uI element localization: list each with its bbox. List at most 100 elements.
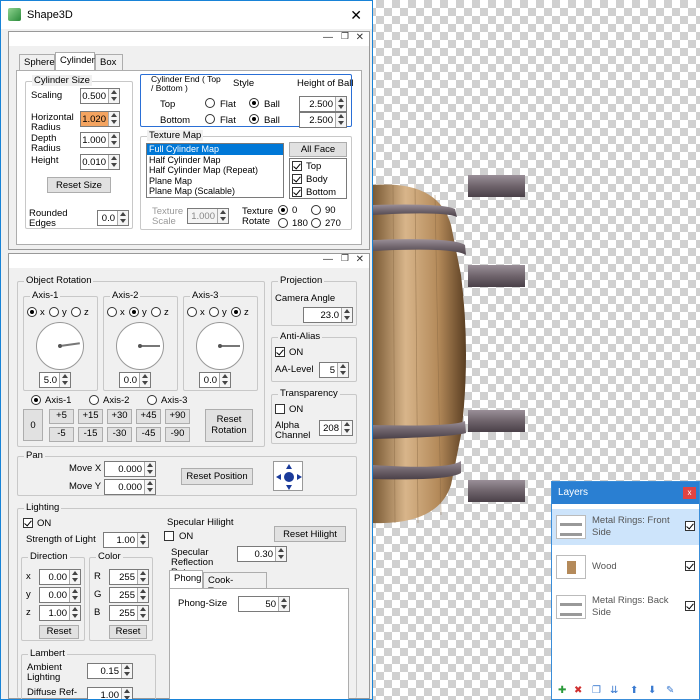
depth-radius-spinner[interactable]: 1.000 xyxy=(80,132,120,148)
direction-x-spinner[interactable]: 0.00 xyxy=(39,569,81,585)
minimize-panel-icon[interactable]: — xyxy=(323,254,333,265)
height-spinner[interactable]: 0.010 xyxy=(80,154,120,170)
layer-visibility-checkbox[interactable] xyxy=(685,521,695,531)
move-layer-up-icon[interactable]: ⬆ xyxy=(630,685,638,696)
rotate-minus-5-button[interactable]: -5 xyxy=(49,427,74,442)
aa-level-spinner[interactable]: 5 xyxy=(319,362,349,378)
texture-map-item[interactable]: Half Cylinder Map (Repeat) xyxy=(147,165,283,176)
axis1-y-radio[interactable] xyxy=(49,307,59,317)
rounded-edges-spinner[interactable]: 0.0 xyxy=(97,210,129,226)
layer-properties-icon[interactable]: ✎ xyxy=(666,685,674,696)
strength-of-light-spinner[interactable]: 1.00 xyxy=(103,532,149,548)
move-x-spinner[interactable]: 0.000 xyxy=(104,461,156,477)
axis2-y-radio[interactable] xyxy=(129,307,139,317)
move-y-spinner[interactable]: 0.000 xyxy=(104,479,156,495)
duplicate-layer-icon[interactable]: ❐ xyxy=(592,685,601,696)
face-body-checkbox[interactable] xyxy=(292,174,302,184)
texture-map-item[interactable]: Plane Map (Scalable) xyxy=(147,186,283,197)
color-r-spinner[interactable]: 255 xyxy=(109,569,149,585)
reset-color-button[interactable]: Reset xyxy=(109,625,147,639)
merge-layer-icon[interactable]: ⇊ xyxy=(610,685,618,696)
anti-alias-checkbox[interactable] xyxy=(275,347,285,357)
axis-3-dial[interactable] xyxy=(196,322,244,370)
rotate-plus-45-button[interactable]: +45 xyxy=(136,409,161,424)
phong-size-spinner[interactable]: 50 xyxy=(238,596,290,612)
face-top-checkbox[interactable] xyxy=(292,161,302,171)
texture-map-item[interactable]: Half Cylinder Map xyxy=(147,155,283,166)
reset-hilight-button[interactable]: Reset Hilight xyxy=(274,526,346,542)
layer-row-metal-rings-front[interactable]: Metal Rings: Front Side xyxy=(552,509,699,545)
reset-size-button[interactable]: Reset Size xyxy=(47,177,111,193)
horizontal-radius-spinner[interactable]: 1.020 xyxy=(80,111,120,127)
layer-row-wood[interactable]: Wood xyxy=(552,549,699,585)
axis-2-dial[interactable] xyxy=(116,322,164,370)
close-panel-icon[interactable]: ✕ xyxy=(356,254,364,265)
tab-cook-torrance[interactable]: Cook-Torrance xyxy=(203,572,267,597)
texture-map-item[interactable]: Full Cylinder Map xyxy=(147,144,283,155)
tab-sphere[interactable]: Sphere xyxy=(19,54,55,70)
tab-phong[interactable]: Phong xyxy=(169,570,203,588)
axis-2-select-radio[interactable] xyxy=(89,395,99,405)
rotate-180-radio[interactable] xyxy=(278,218,288,228)
axis2-z-radio[interactable] xyxy=(151,307,161,317)
tab-box[interactable]: Box xyxy=(95,54,123,70)
add-layer-icon[interactable]: ✚ xyxy=(558,685,566,696)
axis-1-select-radio[interactable] xyxy=(31,395,41,405)
rotate-minus-30-button[interactable]: -30 xyxy=(107,427,132,442)
bottom-ball-height-spinner[interactable]: 2.500 xyxy=(299,112,347,128)
axis3-x-radio[interactable] xyxy=(187,307,197,317)
delete-layer-icon[interactable]: ✖ xyxy=(574,685,582,696)
pan-navigator[interactable] xyxy=(273,461,303,491)
layer-row-metal-rings-back[interactable]: Metal Rings: Back Side xyxy=(552,589,699,625)
axis-3-select-radio[interactable] xyxy=(147,395,157,405)
color-b-spinner[interactable]: 255 xyxy=(109,605,149,621)
rotate-plus-15-button[interactable]: +15 xyxy=(78,409,103,424)
axis1-x-radio[interactable] xyxy=(27,307,37,317)
move-layer-down-icon[interactable]: ⬇ xyxy=(648,685,656,696)
all-face-button[interactable]: All Face xyxy=(289,142,347,157)
rotate-minus-45-button[interactable]: -45 xyxy=(136,427,161,442)
transparency-checkbox[interactable] xyxy=(275,404,285,414)
tab-cylinder[interactable]: Cylinder xyxy=(55,52,95,70)
rotate-270-radio[interactable] xyxy=(311,218,321,228)
axis-2-spinner[interactable]: 0.0 xyxy=(119,372,151,388)
axis-3-spinner[interactable]: 0.0 xyxy=(199,372,231,388)
top-ball-radio[interactable] xyxy=(249,98,259,108)
rotation-zero-button[interactable]: 0 xyxy=(23,409,43,441)
close-panel-icon[interactable]: ✕ xyxy=(356,32,364,43)
rotate-plus-5-button[interactable]: +5 xyxy=(49,409,74,424)
camera-angle-spinner[interactable]: 23.0 xyxy=(303,307,353,323)
axis3-z-radio[interactable] xyxy=(231,307,241,317)
reset-rotation-button[interactable]: Reset Rotation xyxy=(205,409,253,442)
color-g-spinner[interactable]: 255 xyxy=(109,587,149,603)
minimize-panel-icon[interactable]: — xyxy=(323,32,333,43)
bottom-ball-radio[interactable] xyxy=(249,114,259,124)
axis3-y-radio[interactable] xyxy=(209,307,219,317)
axis-1-spinner[interactable]: 5.0 xyxy=(39,372,71,388)
bottom-flat-radio[interactable] xyxy=(205,114,215,124)
top-ball-height-spinner[interactable]: 2.500 xyxy=(299,96,347,112)
direction-y-spinner[interactable]: 0.00 xyxy=(39,587,81,603)
restore-panel-icon[interactable]: ❐ xyxy=(341,253,349,264)
axis1-z-radio[interactable] xyxy=(71,307,81,317)
close-window-button[interactable]: ✕ xyxy=(350,7,362,24)
rotate-90-radio[interactable] xyxy=(311,205,321,215)
reset-direction-button[interactable]: Reset xyxy=(39,625,79,639)
axis-1-dial[interactable] xyxy=(36,322,84,370)
rotate-0-radio[interactable] xyxy=(278,205,288,215)
specular-rate-spinner[interactable]: 0.30 xyxy=(237,546,287,562)
specular-on-checkbox[interactable] xyxy=(164,531,174,541)
alpha-channel-spinner[interactable]: 208 xyxy=(319,420,353,436)
layer-visibility-checkbox[interactable] xyxy=(685,601,695,611)
layer-visibility-checkbox[interactable] xyxy=(685,561,695,571)
reset-position-button[interactable]: Reset Position xyxy=(181,468,253,485)
diffuse-reflection-spinner[interactable]: 1.00 xyxy=(87,687,133,699)
texture-map-item[interactable]: Plane Map xyxy=(147,176,283,187)
axis2-x-radio[interactable] xyxy=(107,307,117,317)
rotate-minus-15-button[interactable]: -15 xyxy=(78,427,103,442)
restore-panel-icon[interactable]: ❐ xyxy=(341,31,349,42)
rotate-plus-30-button[interactable]: +30 xyxy=(107,409,132,424)
scaling-spinner[interactable]: 0.500 xyxy=(80,88,120,104)
close-layers-button[interactable]: x xyxy=(683,487,696,499)
ambient-lighting-spinner[interactable]: 0.15 xyxy=(87,663,133,679)
